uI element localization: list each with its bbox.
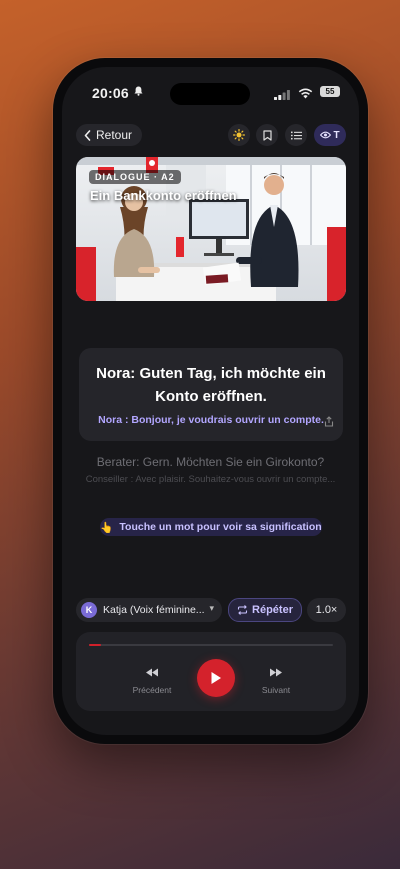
status-time: 20:06: [92, 85, 129, 101]
battery-icon: 55: [320, 86, 340, 97]
progress-fill: [89, 644, 102, 646]
next-label: Suivant: [261, 685, 291, 695]
previous-label: Précédent: [132, 685, 172, 695]
bookmark-button[interactable]: [256, 124, 278, 146]
theme-toggle-button[interactable]: [228, 124, 250, 146]
list-button[interactable]: [285, 124, 307, 146]
hint-text: Touche un mot pour voir sa signification: [119, 521, 322, 533]
next-line-french: Conseiller : Avec plaisir. Souhaitez-vou…: [85, 474, 336, 485]
previous-icon: [146, 668, 158, 677]
pointing-hand-icon: 👆: [100, 521, 114, 534]
list-icon: [290, 131, 302, 139]
repeat-button[interactable]: Répéter: [228, 598, 302, 622]
status-bar: 20:06 55: [62, 81, 359, 105]
previous-button[interactable]: Précédent: [132, 664, 172, 695]
share-icon[interactable]: [324, 414, 334, 432]
voice-label: Katja (Voix féminine...: [103, 604, 205, 616]
chevron-down-icon: ▾: [209, 603, 214, 613]
bell-icon: [134, 86, 143, 99]
current-line-german[interactable]: Nora: Guten Tag, ich möchte ein Konto er…: [89, 362, 333, 408]
wifi-icon: [298, 86, 313, 104]
dynamic-island: [170, 83, 250, 105]
play-button[interactable]: [197, 659, 235, 697]
progress-bar[interactable]: [89, 644, 333, 646]
word-hint-badge: 👆 Touche un mot pour voir sa significati…: [100, 518, 322, 536]
repeat-label: Répéter: [252, 604, 293, 616]
eye-icon: [320, 131, 332, 139]
next-line-german[interactable]: Berater: Gern. Möchten Sie ein Girokonto…: [62, 455, 359, 469]
bookmark-icon: [262, 129, 272, 141]
phone-frame: 20:06 55 Retour T DIALOGUE · A2 Ein Bank…: [53, 58, 368, 744]
back-label: Retour: [96, 128, 133, 142]
signal-icon: [274, 87, 290, 105]
current-line-card: Nora: Guten Tag, ich möchte ein Konto er…: [79, 348, 343, 441]
hero-image: DIALOGUE · A2 Ein Bankkonto eröffnen: [76, 157, 346, 301]
app-screen: 20:06 55 Retour T DIALOGUE · A2 Ein Bank…: [62, 67, 359, 735]
current-line-french: Nora : Bonjour, je voudrais ouvrir un co…: [98, 414, 324, 426]
next-button[interactable]: Suivant: [256, 664, 296, 695]
voice-avatar: K: [81, 602, 97, 618]
lesson-tag: DIALOGUE · A2: [89, 170, 181, 184]
audio-player: Précédent Suivant: [76, 632, 346, 711]
repeat-icon: [237, 605, 248, 615]
translation-toggle-button[interactable]: T: [314, 124, 346, 146]
sun-icon: [233, 129, 245, 141]
lesson-title: Ein Bankkonto eröffnen: [90, 188, 237, 203]
speed-label: 1.0×: [315, 604, 338, 616]
back-button[interactable]: Retour: [76, 124, 143, 146]
translation-toggle-label: T: [333, 129, 340, 141]
voice-selector[interactable]: K Katja (Voix féminine... ▾: [76, 598, 222, 622]
play-icon: [211, 672, 221, 684]
playback-options: K Katja (Voix féminine... ▾ Répéter 1.0×: [76, 598, 346, 622]
next-icon: [270, 668, 282, 677]
top-toolbar: Retour T: [76, 124, 346, 148]
chevron-left-icon: [84, 129, 91, 141]
speed-button[interactable]: 1.0×: [307, 598, 346, 622]
